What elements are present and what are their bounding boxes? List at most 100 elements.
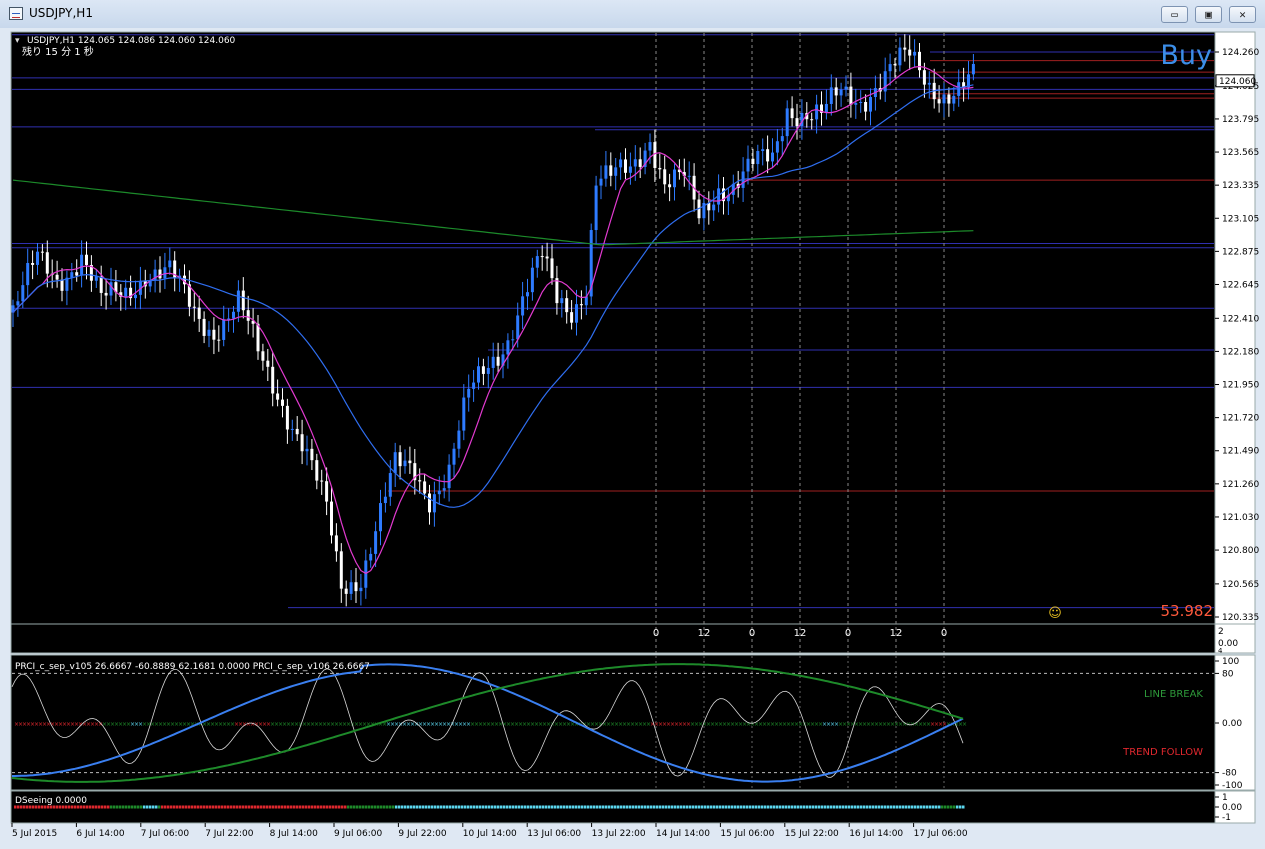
dseeing-marker bbox=[401, 805, 404, 809]
dseeing-marker bbox=[797, 805, 800, 809]
dseeing-marker bbox=[908, 805, 911, 809]
dseeing-marker bbox=[464, 805, 467, 809]
dseeing-marker bbox=[602, 805, 605, 809]
dseeing-marker bbox=[485, 805, 488, 809]
dseeing-marker bbox=[431, 805, 434, 809]
time-axis-label: 16 Jul 14:00 bbox=[849, 829, 903, 839]
separator-strip bbox=[10, 623, 1216, 654]
candle-body bbox=[256, 323, 260, 352]
dseeing-marker bbox=[410, 805, 413, 809]
dseeing-marker bbox=[194, 805, 197, 809]
candle-body bbox=[839, 89, 843, 96]
time-axis-label: 7 Jul 06:00 bbox=[141, 829, 190, 839]
dseeing-marker bbox=[794, 805, 797, 809]
dseeing-marker bbox=[578, 805, 581, 809]
dseeing-marker bbox=[395, 805, 398, 809]
candle-body bbox=[545, 256, 549, 259]
chart-area[interactable]: 0 12 0 12 0 12 0 20.004 ×××××××××××××××××××××××… bbox=[0, 28, 1265, 849]
dseeing-marker bbox=[398, 805, 401, 809]
dseeing-marker bbox=[599, 805, 602, 809]
dseeing-marker bbox=[854, 805, 857, 809]
candle-body bbox=[403, 460, 407, 467]
dseeing-marker bbox=[377, 805, 380, 809]
dseeing-marker bbox=[245, 805, 248, 809]
dseeing-marker bbox=[812, 805, 815, 809]
candle-body bbox=[565, 298, 569, 313]
candle-body bbox=[898, 47, 902, 66]
dseeing-marker bbox=[590, 805, 593, 809]
candle-body bbox=[570, 312, 574, 323]
candle-body bbox=[785, 108, 789, 137]
prci-tick-label: 80 bbox=[1222, 669, 1234, 679]
dseeing-marker bbox=[647, 805, 650, 809]
minimize-button[interactable]: ▭ bbox=[1161, 6, 1188, 23]
dseeing-marker bbox=[290, 805, 293, 809]
dseeing-marker bbox=[548, 805, 551, 809]
candle-body bbox=[393, 452, 397, 474]
separator-hour-label: 0 bbox=[845, 628, 851, 639]
price-tick-label: 121.720 bbox=[1222, 414, 1259, 424]
candle-body bbox=[21, 285, 25, 302]
dseeing-marker bbox=[368, 805, 371, 809]
candle-body bbox=[673, 169, 676, 188]
price-panel[interactable] bbox=[10, 31, 1216, 625]
dseeing-marker bbox=[932, 805, 935, 809]
candle-body bbox=[942, 94, 946, 104]
candle-body bbox=[815, 104, 819, 120]
dseeing-marker bbox=[677, 805, 680, 809]
dseeing-marker bbox=[155, 805, 158, 809]
candle-body bbox=[31, 263, 35, 265]
dseeing-marker bbox=[392, 805, 395, 809]
dseeing-marker bbox=[173, 805, 176, 809]
candle-body bbox=[864, 101, 868, 112]
dseeing-marker bbox=[617, 805, 620, 809]
candle-body bbox=[521, 296, 525, 316]
dseeing-marker bbox=[821, 805, 824, 809]
dseeing-marker bbox=[356, 805, 359, 809]
time-axis-label: 8 Jul 14:00 bbox=[270, 829, 319, 839]
candle-body bbox=[922, 70, 926, 85]
dseeing-marker bbox=[311, 805, 314, 809]
candle-timer: 残り 15 分 1 秒 bbox=[22, 45, 94, 58]
dseeing-marker bbox=[743, 805, 746, 809]
restore-button[interactable]: ▣ bbox=[1195, 6, 1222, 23]
dseeing-marker bbox=[119, 805, 122, 809]
dseeing-marker bbox=[506, 805, 509, 809]
dseeing-marker bbox=[317, 805, 320, 809]
candle-body bbox=[844, 86, 848, 90]
dseeing-title: DSeeing 0.0000 bbox=[15, 796, 87, 806]
separator-hour-label: 12 bbox=[890, 628, 903, 639]
time-axis-label: 17 Jul 06:00 bbox=[914, 829, 968, 839]
dseeing-marker bbox=[470, 805, 473, 809]
close-button[interactable]: ✕ bbox=[1229, 6, 1256, 23]
candle-body bbox=[236, 290, 240, 312]
time-axis-label: 6 Jul 14:00 bbox=[76, 829, 125, 839]
price-tick-label: 123.335 bbox=[1222, 181, 1259, 191]
time-axis-label: 13 Jul 22:00 bbox=[592, 829, 646, 839]
dseeing-marker bbox=[476, 805, 479, 809]
dseeing-marker bbox=[923, 805, 926, 809]
price-tick-label: 121.030 bbox=[1222, 513, 1259, 523]
dseeing-marker bbox=[323, 805, 326, 809]
candle-body bbox=[246, 310, 250, 321]
dseeing-marker bbox=[746, 805, 749, 809]
candle-body bbox=[285, 405, 289, 430]
time-axis-label: 10 Jul 14:00 bbox=[463, 829, 517, 839]
dseeing-marker bbox=[761, 805, 764, 809]
candle-body bbox=[462, 397, 466, 431]
candle-body bbox=[379, 503, 382, 532]
candle-body bbox=[609, 165, 613, 176]
candle-body bbox=[766, 149, 770, 162]
candle-body bbox=[325, 481, 329, 502]
dseeing-marker bbox=[782, 805, 785, 809]
prci-tick-label: -100 bbox=[1222, 781, 1243, 791]
dseeing-marker bbox=[491, 805, 494, 809]
candle-body bbox=[457, 430, 461, 449]
dseeing-marker bbox=[518, 805, 521, 809]
price-tick-label: 123.105 bbox=[1222, 214, 1259, 224]
dseeing-marker bbox=[407, 805, 410, 809]
candle-body bbox=[168, 260, 172, 268]
candle-body bbox=[594, 185, 598, 231]
candle-body bbox=[633, 159, 637, 167]
dseeing-marker bbox=[737, 805, 740, 809]
